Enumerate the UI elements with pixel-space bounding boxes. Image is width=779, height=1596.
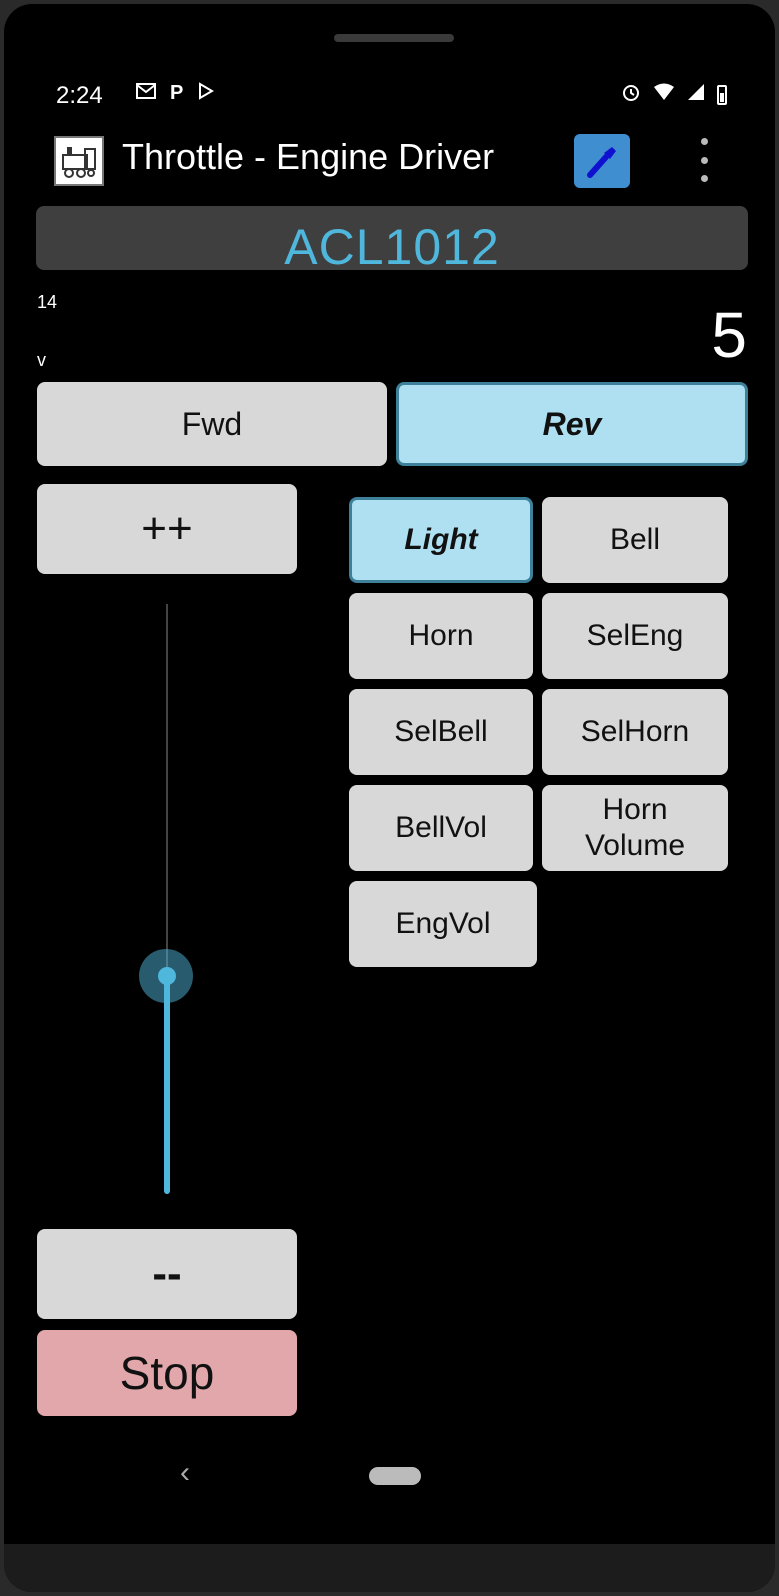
system-icons [621, 82, 727, 108]
parking-icon: P [170, 82, 184, 104]
speaker-grille [334, 34, 454, 42]
slider-fill [164, 975, 170, 1194]
function-seleng-button[interactable]: SelEng [542, 593, 728, 679]
function-engvol-button[interactable]: EngVol [349, 881, 537, 967]
signal-icon [687, 83, 705, 107]
home-pill-icon[interactable] [369, 1467, 421, 1485]
back-chevron-icon[interactable]: ‹ [180, 1456, 190, 1490]
app-bar: Throttle - Engine Driver [4, 128, 775, 192]
forward-button[interactable]: Fwd [37, 382, 387, 466]
stop-button[interactable]: Stop [37, 1330, 297, 1416]
more-vert-icon[interactable] [692, 138, 716, 182]
reverse-button[interactable]: Rev [396, 382, 748, 466]
speed-decrease-button[interactable]: -- [37, 1229, 297, 1319]
throttle-slider[interactable] [137, 604, 197, 1204]
locomotive-icon [54, 136, 104, 186]
notification-icons: P [136, 82, 215, 106]
status-time: 2:24 [56, 82, 103, 109]
function-selbell-button[interactable]: SelBell [349, 689, 533, 775]
speed-unit-label: v [37, 350, 46, 370]
speed-steps-label: 14 [37, 292, 58, 312]
alarm-icon [621, 82, 641, 108]
slider-thumb[interactable] [158, 966, 176, 985]
battery-icon [717, 85, 727, 105]
function-selhorn-button[interactable]: SelHorn [542, 689, 728, 775]
function-horn-button[interactable]: Horn [349, 593, 533, 679]
app-title: Throttle - Engine Driver [122, 136, 495, 177]
gmail-icon [136, 82, 156, 106]
wrench-button[interactable] [574, 134, 630, 188]
function-light-button[interactable]: Light [349, 497, 533, 583]
function-horn-volume-button[interactable]: Horn Volume [542, 785, 728, 871]
status-bar: 2:24 P [4, 74, 775, 118]
loco-selector[interactable]: ACL1012 [36, 206, 748, 270]
function-bell-button[interactable]: Bell [542, 497, 728, 583]
speed-increase-button[interactable]: ++ [37, 484, 297, 574]
loco-name: ACL1012 [284, 219, 500, 270]
function-bellvol-button[interactable]: BellVol [349, 785, 533, 871]
device-chin [4, 1544, 775, 1592]
phone-screen: 2:24 P Throttle - Engine Driver ACL1012 … [4, 4, 775, 1592]
play-store-icon [197, 82, 215, 106]
wifi-icon [653, 83, 675, 107]
speed-value: 5 [711, 299, 747, 371]
wrench-icon [587, 147, 616, 178]
